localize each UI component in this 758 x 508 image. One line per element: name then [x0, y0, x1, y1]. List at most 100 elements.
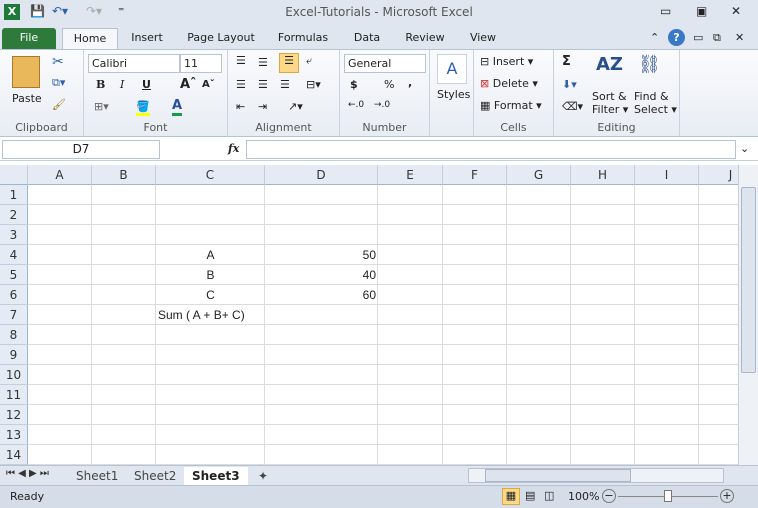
orientation-icon[interactable]: ↗▾: [288, 100, 303, 113]
underline-button[interactable]: U: [142, 78, 151, 91]
column-header[interactable]: B: [92, 165, 156, 185]
row-header[interactable]: 5: [0, 265, 28, 285]
page-layout-view-icon[interactable]: ▤: [525, 489, 535, 502]
row-header[interactable]: 13: [0, 425, 28, 445]
row-header[interactable]: 10: [0, 365, 28, 385]
expand-formula-icon[interactable]: ⌄: [740, 142, 749, 155]
sheet-tab-active[interactable]: Sheet3: [184, 467, 248, 485]
fill-color-icon[interactable]: 🪣: [136, 100, 150, 116]
decrease-indent-icon[interactable]: ⇤: [236, 100, 245, 113]
insert-sheet-icon[interactable]: ✦: [250, 467, 276, 485]
paste-button[interactable]: Paste: [12, 92, 42, 105]
row-header[interactable]: 11: [0, 385, 28, 405]
tab-view[interactable]: View: [463, 28, 503, 50]
collapse-ribbon-icon[interactable]: ⌃: [650, 31, 659, 44]
normal-view-icon[interactable]: ▦: [502, 488, 520, 505]
copy-icon[interactable]: ⧉▾: [52, 76, 65, 90]
format-cells-button[interactable]: ▦ Format ▾: [480, 99, 542, 112]
align-top-icon[interactable]: ☰: [236, 54, 246, 67]
row-header[interactable]: 3: [0, 225, 28, 245]
delete-cells-button[interactable]: ⊠ Delete ▾: [480, 77, 538, 90]
horizontal-scrollbar[interactable]: [468, 468, 724, 483]
align-right-icon[interactable]: ☰: [280, 78, 290, 91]
formula-input[interactable]: [246, 140, 736, 159]
row-header[interactable]: 7: [0, 305, 28, 325]
grow-font-icon[interactable]: Aˆ: [180, 77, 197, 92]
zoom-slider-handle[interactable]: [664, 490, 672, 502]
find-select-button[interactable]: Find & Select ▾: [634, 90, 677, 116]
row-header[interactable]: 1: [0, 185, 28, 205]
select-all-button[interactable]: [0, 165, 28, 185]
sort-filter-button[interactable]: Sort & Filter ▾: [592, 90, 628, 116]
workbook-restore-icon[interactable]: ⧉: [713, 31, 721, 45]
align-bottom-icon[interactable]: ☰: [279, 53, 299, 73]
cell-C5[interactable]: B: [156, 265, 265, 285]
tab-home[interactable]: Home: [62, 28, 118, 50]
column-header[interactable]: F: [443, 165, 507, 185]
shrink-font-icon[interactable]: Aˇ: [202, 79, 215, 90]
column-header[interactable]: J: [699, 165, 738, 185]
column-header[interactable]: D: [265, 165, 378, 185]
increase-indent-icon[interactable]: ⇥: [258, 100, 267, 113]
clear-icon[interactable]: ⌫▾: [562, 100, 583, 113]
insert-cells-button[interactable]: ⊟ Insert ▾: [480, 55, 533, 68]
wrap-text-icon[interactable]: ⤶: [306, 54, 312, 68]
row-header[interactable]: 8: [0, 325, 28, 345]
tab-file[interactable]: File: [2, 28, 56, 50]
cell-C4[interactable]: A: [156, 245, 265, 265]
column-header[interactable]: G: [507, 165, 571, 185]
cell-D4[interactable]: 50: [265, 245, 378, 265]
name-box[interactable]: D7: [2, 140, 160, 159]
vertical-scrollbar[interactable]: [738, 165, 758, 465]
row-header[interactable]: 14: [0, 445, 28, 465]
fill-icon[interactable]: ⬇▾: [562, 78, 577, 91]
currency-button[interactable]: $: [350, 78, 358, 91]
row-header[interactable]: 2: [0, 205, 28, 225]
row-header[interactable]: 4: [0, 245, 28, 265]
tab-insert[interactable]: Insert: [125, 28, 169, 50]
column-header[interactable]: E: [378, 165, 443, 185]
merge-center-icon[interactable]: ⊟▾: [306, 78, 321, 91]
tab-formulas[interactable]: Formulas: [272, 28, 334, 50]
workbook-close-icon[interactable]: ✕: [735, 31, 744, 44]
tab-review[interactable]: Review: [400, 28, 450, 50]
close-icon[interactable]: ✕: [731, 4, 741, 18]
sheet-nav-icons[interactable]: ⏮ ◀ ▶ ⏭: [6, 468, 49, 479]
font-color-icon[interactable]: A: [172, 98, 183, 116]
column-header[interactable]: I: [635, 165, 699, 185]
decrease-decimal-icon[interactable]: →.0: [374, 100, 390, 110]
tab-data[interactable]: Data: [348, 28, 386, 50]
paste-icon[interactable]: [12, 56, 40, 88]
row-header[interactable]: 6: [0, 285, 28, 305]
tab-page-layout[interactable]: Page Layout: [184, 28, 258, 50]
increase-decimal-icon[interactable]: ←.0: [348, 100, 364, 110]
page-break-view-icon[interactable]: ◫: [544, 489, 554, 502]
format-painter-icon[interactable]: 🖌: [52, 98, 66, 111]
insert-function-button[interactable]: fx: [228, 142, 239, 155]
zoom-level[interactable]: 100%: [568, 490, 599, 503]
cut-icon[interactable]: ✂: [52, 54, 64, 70]
zoom-in-button[interactable]: +: [720, 489, 734, 503]
help-icon[interactable]: ?: [668, 29, 685, 46]
sheet-tab[interactable]: Sheet2: [126, 467, 184, 485]
align-left-icon[interactable]: ☰: [236, 78, 246, 91]
workbook-minimize-icon[interactable]: ▭: [693, 31, 703, 44]
autosum-button[interactable]: Σ: [562, 54, 571, 69]
number-format-select[interactable]: General: [344, 54, 426, 73]
cell-C6[interactable]: C: [156, 285, 265, 305]
align-center-icon[interactable]: ☰: [258, 78, 268, 91]
maximize-icon[interactable]: ▣: [696, 4, 707, 18]
font-size-select[interactable]: 11: [180, 54, 222, 73]
column-header[interactable]: A: [28, 165, 92, 185]
minimize-icon[interactable]: ▭: [660, 4, 671, 18]
align-middle-icon[interactable]: ☰: [258, 56, 268, 69]
cell-D6[interactable]: 60: [265, 285, 378, 305]
row-header[interactable]: 12: [0, 405, 28, 425]
borders-icon[interactable]: ⊞▾: [94, 100, 109, 113]
column-header[interactable]: H: [571, 165, 635, 185]
column-header[interactable]: C: [156, 165, 265, 185]
font-name-select[interactable]: Calibri: [88, 54, 180, 73]
cell-C7[interactable]: Sum ( A + B+ C): [156, 305, 356, 325]
cell-D5[interactable]: 40: [265, 265, 378, 285]
zoom-out-button[interactable]: −: [602, 489, 616, 503]
